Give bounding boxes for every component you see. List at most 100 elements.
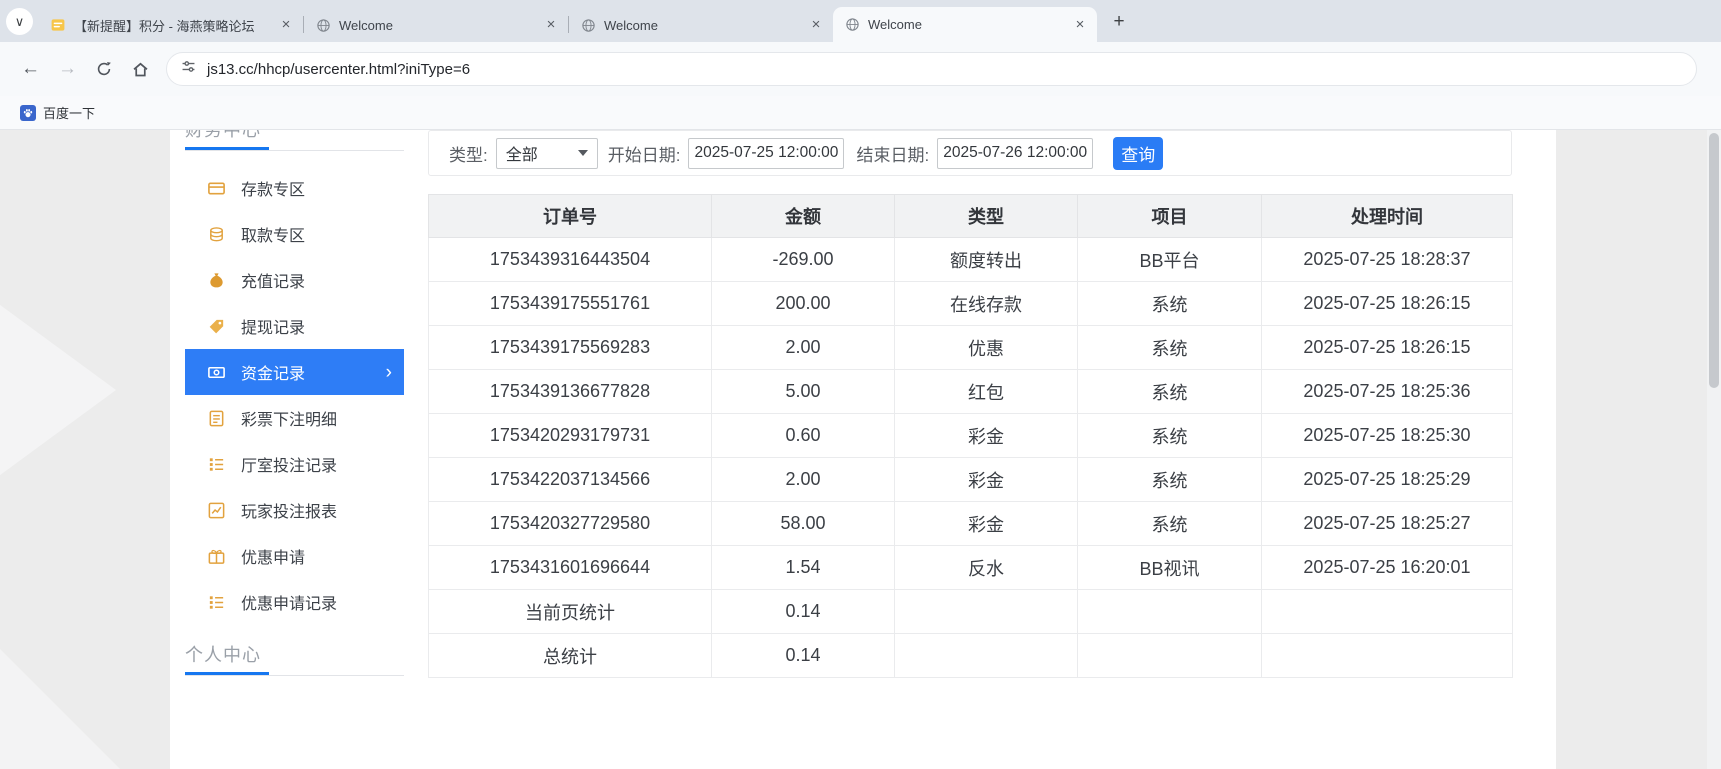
sidebar-item-funds-record[interactable]: 资金记录 › bbox=[185, 349, 404, 395]
table-cell: 系统 bbox=[1077, 457, 1262, 502]
withdraw-coins-icon bbox=[207, 225, 226, 244]
table-cell: 系统 bbox=[1077, 281, 1262, 326]
end-date-input[interactable] bbox=[937, 137, 1094, 169]
sidebar-item-promo-apply[interactable]: 优惠申请 bbox=[185, 533, 404, 579]
deposit-card-icon bbox=[207, 179, 226, 198]
type-select-value: 全部 bbox=[505, 147, 538, 164]
table-cell: 额度转出 bbox=[894, 237, 1078, 282]
table-cell bbox=[1077, 589, 1262, 634]
sidebar-item-lottery-bet-detail[interactable]: 彩票下注明细 bbox=[185, 395, 404, 441]
back-icon[interactable]: ← bbox=[21, 58, 40, 80]
start-date-input[interactable] bbox=[688, 137, 845, 169]
address-bar[interactable]: js13.cc/hhcp/usercenter.html?iniType=6 bbox=[166, 52, 1697, 86]
table-cell: 1753439316443504 bbox=[428, 237, 712, 282]
table-cell: 2025-07-25 18:25:36 bbox=[1261, 369, 1513, 414]
withdrawal-tag-icon bbox=[207, 317, 226, 336]
type-select[interactable]: 全部 bbox=[495, 137, 598, 169]
sidebar-section-personal: 个人中心 bbox=[185, 641, 404, 676]
bookmark-baidu[interactable]: 百度一下 bbox=[12, 100, 103, 125]
tab-close-icon[interactable]: × bbox=[807, 16, 825, 34]
browser-window: ∨ 【新提醒】积分 - 海燕策略论坛 × Welcome × Welcome × bbox=[0, 0, 1721, 769]
table-cell: 200.00 bbox=[711, 281, 895, 326]
table-cell: 0.14 bbox=[711, 633, 895, 678]
sidebar-item-label: 充值记录 bbox=[241, 274, 306, 291]
table-cell: 彩金 bbox=[894, 457, 1078, 502]
chevron-down-icon: ∨ bbox=[14, 13, 25, 29]
tab-strip: ∨ 【新提醒】积分 - 海燕策略论坛 × Welcome × Welcome × bbox=[0, 0, 1721, 42]
col-header-type: 类型 bbox=[894, 194, 1078, 238]
sidebar-item-withdrawal-record[interactable]: 提现记录 bbox=[185, 303, 404, 349]
table-header-row: 订单号 金额 类型 项目 处理时间 bbox=[428, 194, 1513, 238]
table-cell: 2025-07-25 18:25:30 bbox=[1261, 413, 1513, 458]
tab-title: Welcome bbox=[604, 17, 658, 33]
col-header-order-no: 订单号 bbox=[428, 194, 712, 238]
browser-tab-welcome-2[interactable]: Welcome × bbox=[569, 8, 833, 42]
table-row: 1753439175551761 200.00 在线存款 系统 2025-07-… bbox=[428, 281, 1513, 326]
table-row: 1753439316443504 -269.00 额度转出 BB平台 2025-… bbox=[428, 237, 1513, 282]
sidebar-item-label: 厅室投注记录 bbox=[241, 458, 338, 475]
scrollbar-thumb[interactable] bbox=[1709, 133, 1719, 388]
table-cell: 在线存款 bbox=[894, 281, 1078, 326]
table-cell bbox=[894, 633, 1078, 678]
sidebar-item-room-bet-record[interactable]: 厅室投注记录 bbox=[185, 441, 404, 487]
sidebar-section-finance: 财务中心 bbox=[185, 130, 404, 151]
table-row: 1753439136677828 5.00 红包 系统 2025-07-25 1… bbox=[428, 369, 1513, 414]
browser-tab-welcome-1[interactable]: Welcome × bbox=[304, 8, 568, 42]
search-button[interactable]: 查询 bbox=[1113, 136, 1164, 170]
browser-tab-forum[interactable]: 【新提醒】积分 - 海燕策略论坛 × bbox=[39, 8, 303, 42]
site-settings-icon[interactable] bbox=[180, 58, 197, 80]
background-triangle-decoration bbox=[0, 629, 170, 769]
section-title: 个人中心 bbox=[185, 645, 261, 665]
table-cell: 彩金 bbox=[894, 413, 1078, 458]
table-row: 1753431601696644 1.54 反水 BB视讯 2025-07-25… bbox=[428, 545, 1513, 590]
chevron-right-icon: › bbox=[385, 361, 392, 383]
table-cell: 1753422037134566 bbox=[428, 457, 712, 502]
table-row: 1753420327729580 58.00 彩金 系统 2025-07-25 … bbox=[428, 501, 1513, 546]
tab-close-icon[interactable]: × bbox=[542, 16, 560, 34]
sidebar-item-label: 资金记录 bbox=[241, 366, 306, 383]
tab-title: 【新提醒】积分 - 海燕策略论坛 bbox=[74, 18, 255, 34]
table-row: 1753422037134566 2.00 彩金 系统 2025-07-25 1… bbox=[428, 457, 1513, 502]
background-triangle-decoration bbox=[0, 280, 116, 500]
reload-icon[interactable] bbox=[95, 60, 113, 78]
records-table: 订单号 金额 类型 项目 处理时间 1753439316443504 -269.… bbox=[428, 194, 1513, 678]
home-icon[interactable] bbox=[131, 60, 150, 79]
table-cell: 反水 bbox=[894, 545, 1078, 590]
sidebar-item-label: 玩家投注报表 bbox=[241, 504, 338, 521]
table-cell: 总统计 bbox=[428, 633, 712, 678]
table-cell: 系统 bbox=[1077, 501, 1262, 546]
sidebar-item-label: 存款专区 bbox=[241, 182, 306, 199]
tab-close-icon[interactable]: × bbox=[277, 16, 295, 34]
new-tab-button[interactable]: + bbox=[1106, 9, 1132, 35]
promo-record-list-icon bbox=[207, 593, 226, 612]
sidebar-item-player-bet-report[interactable]: 玩家投注报表 bbox=[185, 487, 404, 533]
table-cell: 2025-07-25 18:25:27 bbox=[1261, 501, 1513, 546]
start-date-label: 开始日期: bbox=[607, 145, 681, 165]
sidebar-item-withdraw[interactable]: 取款专区 bbox=[185, 211, 404, 257]
bookmark-label: 百度一下 bbox=[43, 106, 96, 121]
table-summary-row-total: 总统计 0.14 bbox=[428, 633, 1513, 678]
table-cell: 5.00 bbox=[711, 369, 895, 414]
forward-icon[interactable]: → bbox=[58, 58, 77, 80]
table-cell bbox=[894, 589, 1078, 634]
recharge-bag-icon bbox=[207, 271, 226, 290]
vertical-scrollbar[interactable] bbox=[1707, 130, 1721, 769]
page-viewport: 财务中心 存款专区 取款专区 充值记录 提现记录 资金记录 › 彩票下注明细 厅… bbox=[0, 130, 1721, 769]
sidebar-item-deposit[interactable]: 存款专区 bbox=[185, 165, 404, 211]
sidebar-item-promo-apply-record[interactable]: 优惠申请记录 bbox=[185, 579, 404, 625]
table-cell: 1753431601696644 bbox=[428, 545, 712, 590]
section-title: 财务中心 bbox=[185, 130, 261, 140]
browser-tab-welcome-active[interactable]: Welcome × bbox=[833, 7, 1097, 42]
table-cell: 彩金 bbox=[894, 501, 1078, 546]
table-cell bbox=[1261, 633, 1513, 678]
table-cell: 1753439175551761 bbox=[428, 281, 712, 326]
sidebar-item-label: 优惠申请记录 bbox=[241, 596, 338, 613]
table-cell: 1753420293179731 bbox=[428, 413, 712, 458]
sidebar-item-label: 彩票下注明细 bbox=[241, 412, 338, 429]
sidebar-item-recharge-record[interactable]: 充值记录 bbox=[185, 257, 404, 303]
globe-favicon bbox=[580, 17, 596, 33]
table-cell: 1753420327729580 bbox=[428, 501, 712, 546]
tab-search-button[interactable]: ∨ bbox=[6, 8, 33, 35]
funds-note-icon bbox=[207, 363, 226, 382]
tab-close-icon[interactable]: × bbox=[1071, 16, 1089, 34]
